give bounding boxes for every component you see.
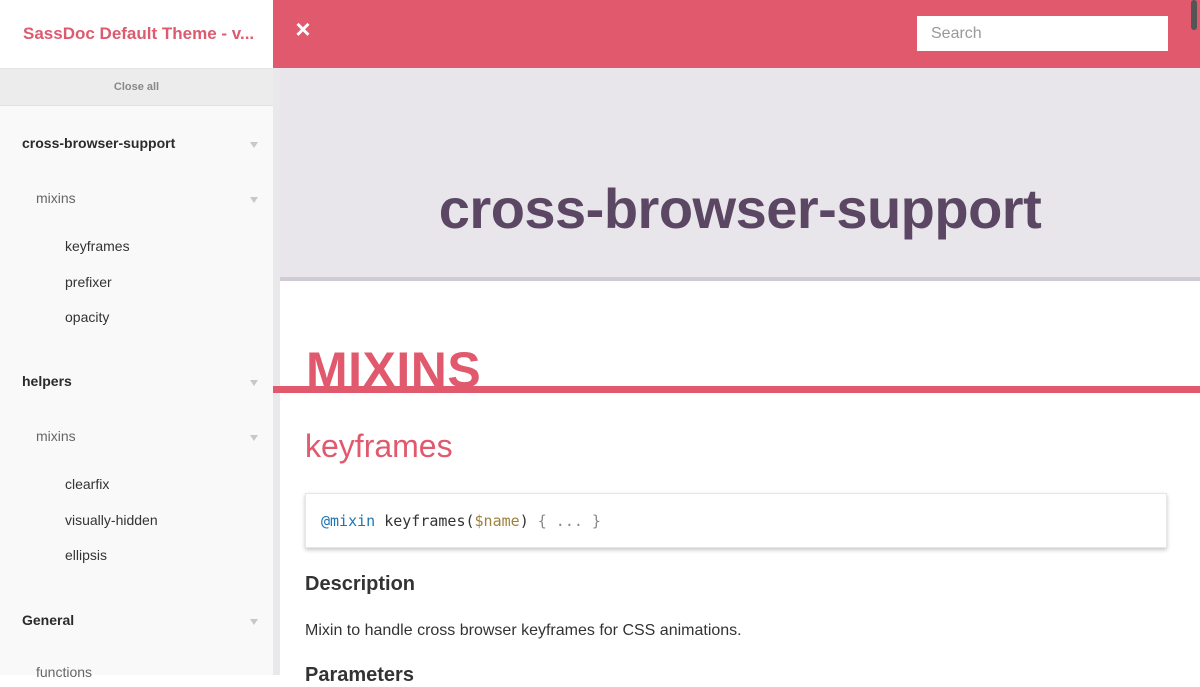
section-divider xyxy=(273,386,1200,393)
close-icon[interactable]: × xyxy=(293,14,313,44)
sidebar-group-label: General xyxy=(22,612,75,628)
sidebar-item-clearfix[interactable]: clearfix xyxy=(65,476,338,492)
parameters-heading: Parameters xyxy=(305,664,414,686)
sidebar-subgroup-label: functions xyxy=(36,664,93,680)
sidebar-subgroup-functions[interactable]: functions xyxy=(36,664,309,680)
chevron-down-icon[interactable] xyxy=(250,197,258,203)
sidebar-item-ellipsis[interactable]: ellipsis xyxy=(65,547,338,563)
sidebar: SassDoc Default Theme - v... Close all c… xyxy=(0,0,280,680)
sidebar-item-visually-hidden[interactable]: visually-hidden xyxy=(65,512,338,528)
sidebar-subgroup-mixins[interactable]: mixins xyxy=(36,428,309,444)
sidebar-item-opacity[interactable]: opacity xyxy=(65,309,338,325)
chevron-down-icon[interactable] xyxy=(250,435,258,441)
top-bar: × xyxy=(273,0,1200,68)
sidebar-group-label: helpers xyxy=(22,373,72,389)
sidebar-subgroup-label: mixins xyxy=(36,428,76,444)
sidebar-subgroup-mixins[interactable]: mixins xyxy=(36,190,309,206)
code-name: keyframes( xyxy=(375,512,475,530)
code-param: $name xyxy=(474,512,520,530)
chevron-down-icon[interactable] xyxy=(250,380,258,386)
code-close: ) xyxy=(519,512,538,530)
description-text: Mixin to handle cross browser keyframes … xyxy=(305,622,742,639)
sidebar-group-label: cross-browser-support xyxy=(22,135,176,151)
search-input[interactable] xyxy=(917,16,1168,51)
code-signature[interactable]: @mixin keyframes($name) { ... } xyxy=(305,493,1167,548)
group-header: cross-browser-support xyxy=(280,68,1200,281)
close-all-button[interactable]: Close all xyxy=(0,69,273,106)
code-body-toggle[interactable]: { ... } xyxy=(538,512,601,530)
item-title[interactable]: keyframes xyxy=(305,428,453,465)
description-heading: Description xyxy=(305,573,416,595)
scrollbar-thumb[interactable] xyxy=(1191,0,1197,30)
page-title: cross-browser-support xyxy=(438,177,1042,240)
sidebar-subgroup-label: mixins xyxy=(36,190,76,206)
chevron-down-icon[interactable] xyxy=(250,619,258,625)
code-keyword: @mixin xyxy=(321,512,376,530)
project-title[interactable]: SassDoc Default Theme - v... xyxy=(0,0,273,69)
chevron-down-icon[interactable] xyxy=(250,142,258,148)
